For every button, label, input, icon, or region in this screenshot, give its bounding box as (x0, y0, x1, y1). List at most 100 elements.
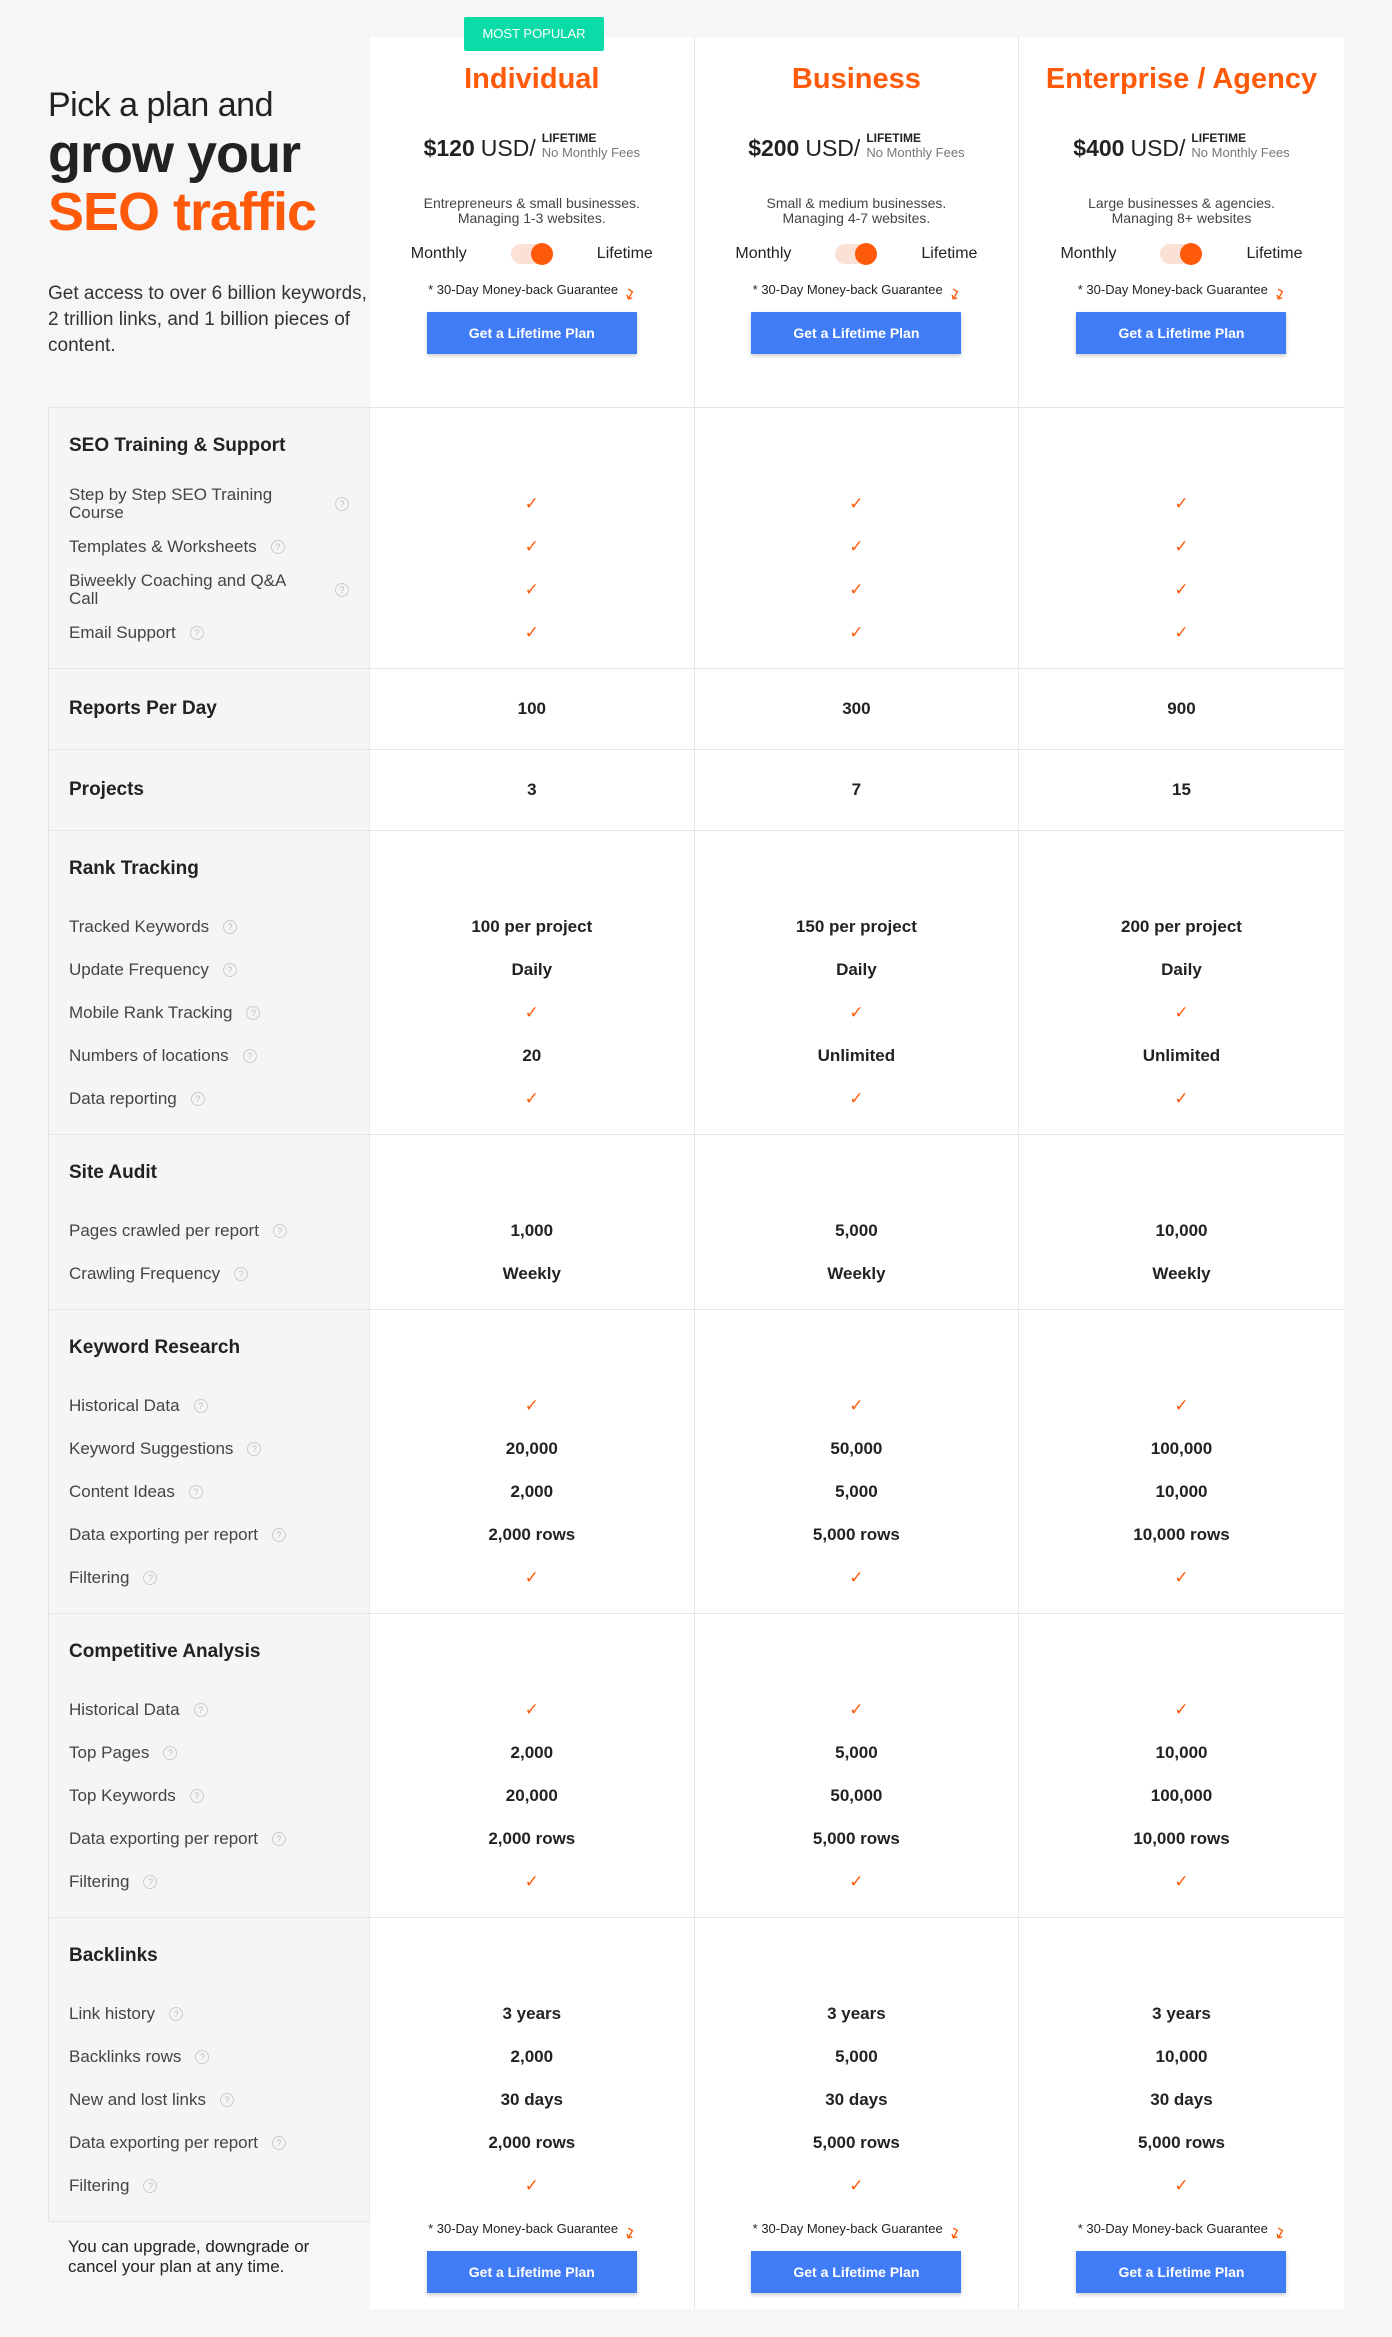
lifetime-option-label[interactable]: Lifetime (921, 245, 977, 263)
feature-value: ✓ (390, 525, 674, 568)
get-lifetime-plan-button[interactable]: Get a Lifetime Plan (751, 312, 962, 354)
feature-value: 2,000 (390, 2035, 674, 2078)
help-icon[interactable]: ? (220, 2092, 235, 2107)
feature-value: 10,000 (1039, 1731, 1324, 1774)
plan-feature-cell: 150 per project Daily ✓ Unlimited ✓ (694, 831, 1020, 1134)
get-lifetime-plan-button[interactable]: Get a Lifetime Plan (1076, 312, 1287, 354)
feature-label: Data exporting per report (69, 1828, 258, 1848)
lifetime-option-label[interactable]: Lifetime (1246, 245, 1302, 263)
check-icon: ✓ (1174, 1002, 1189, 1022)
help-icon[interactable]: ? (189, 1788, 204, 1803)
help-icon[interactable]: ? (272, 1527, 286, 1542)
feature-value: 2,000 (390, 1731, 674, 1774)
switch-knob (1180, 243, 1203, 265)
feature-value: 30 days (715, 2078, 999, 2121)
feature-value-text: 5,000 (835, 1481, 878, 1501)
help-icon[interactable]: ? (143, 2178, 158, 2193)
help-icon[interactable]: ? (223, 919, 238, 934)
feature-value: 5,000 (715, 1470, 999, 1513)
help-icon[interactable]: ? (242, 1048, 257, 1063)
feature-value: ✓ (1039, 1384, 1324, 1427)
monthly-label[interactable]: Monthly (1060, 245, 1116, 263)
feature-label-row: Templates & Worksheets? (69, 525, 349, 568)
plan-name: Individual (464, 63, 600, 95)
feature-label-row: Crawling Frequency? (69, 1252, 349, 1295)
help-icon[interactable]: ? (247, 1441, 262, 1456)
hero-line-2: grow your (48, 124, 301, 184)
plan-feature-cell: ✓ ✓ ✓ ✓ (1019, 408, 1344, 668)
help-icon[interactable]: ? (335, 582, 349, 597)
help-icon[interactable]: ? (222, 962, 237, 977)
monthly-label[interactable]: Monthly (735, 245, 791, 263)
arrow-down-icon: ↴ (618, 2222, 639, 2245)
lifetime-option-label[interactable]: Lifetime (597, 245, 653, 263)
plan-feature-cell: 3 years 5,000 30 days 5,000 rows ✓ (694, 1918, 1020, 2221)
help-icon[interactable]: ? (143, 1874, 158, 1889)
help-icon[interactable]: ? (193, 1398, 208, 1413)
help-icon[interactable]: ? (246, 1005, 261, 1020)
guarantee: * 30-Day Money-back Guarantee ↴ (1019, 282, 1344, 305)
feature-value: 10,000 (1039, 1209, 1324, 1252)
guarantee-text: * 30-Day Money-back Guarantee (752, 282, 943, 297)
monthly-label[interactable]: Monthly (411, 245, 467, 263)
check-icon: ✓ (1174, 1699, 1189, 1719)
help-icon[interactable]: ? (168, 2006, 183, 2021)
help-icon[interactable]: ? (143, 1570, 158, 1585)
feature-label: Step by Step SEO Training Course (69, 484, 273, 522)
feature-label: Historical Data (69, 1395, 180, 1415)
pricing-footer: You can upgrade, downgrade or cancel you… (48, 2209, 1344, 2309)
feature-section: Site Audit Pages crawled per report? Crawl… (48, 1135, 1344, 1310)
footer-note: You can upgrade, downgrade or cancel you… (68, 2237, 310, 2276)
help-icon[interactable]: ? (270, 539, 285, 554)
get-lifetime-plan-button[interactable]: Get a Lifetime Plan (426, 312, 637, 354)
feature-value: ✓ (715, 991, 999, 1034)
feature-label-row: Tracked Keywords? (69, 905, 349, 948)
no-monthly-fees: No Monthly Fees (1191, 145, 1290, 160)
check-icon: ✓ (1174, 1395, 1189, 1415)
feature-value: ✓ (715, 1077, 999, 1120)
feature-value: ✓ (1039, 482, 1324, 525)
feature-value: ✓ (1039, 1860, 1324, 1903)
help-icon[interactable]: ? (272, 1831, 286, 1846)
help-icon[interactable]: ? (193, 1702, 208, 1717)
section-title-spacer (1039, 1157, 1324, 1189)
lifetime-label: LIFETIME (541, 131, 597, 145)
feature-value-text: 2,000 rows (488, 1524, 576, 1544)
feature-value-text: 2,000 (510, 1481, 554, 1501)
feature-section: Keyword Research Historical Data? Keyword … (48, 1310, 1344, 1614)
help-icon[interactable]: ? (188, 1484, 203, 1499)
check-icon: ✓ (524, 2175, 539, 2195)
feature-value: ✓ (1039, 2164, 1324, 2207)
feature-value: 20,000 (390, 1774, 674, 1817)
feature-label: Biweekly Coaching and Q&A Call (69, 570, 286, 608)
section-title-spacer (1039, 1636, 1324, 1668)
check-icon: ✓ (849, 622, 864, 642)
feature-value-text: 10,000 rows (1133, 1524, 1230, 1544)
feature-label-row: Content Ideas? (69, 1470, 349, 1513)
feature-value-text: 100 per project (471, 916, 593, 936)
help-icon[interactable]: ? (272, 1223, 287, 1238)
feature-label-row: New and lost links? (69, 2078, 349, 2121)
help-icon[interactable]: ? (335, 496, 349, 511)
help-icon[interactable]: ? (234, 1266, 249, 1281)
get-lifetime-plan-button[interactable]: Get a Lifetime Plan (1076, 2251, 1287, 2293)
get-lifetime-plan-button[interactable]: Get a Lifetime Plan (426, 2251, 637, 2293)
price-terms: LIFETIME No Monthly Fees (866, 131, 964, 160)
help-icon[interactable]: ? (163, 1745, 178, 1760)
feature-label-row: Numbers of locations? (69, 1034, 349, 1077)
feature-label-row: Mobile Rank Tracking? (69, 991, 349, 1034)
get-lifetime-plan-button[interactable]: Get a Lifetime Plan (751, 2251, 962, 2293)
hero-line-1: Pick a plan and (48, 86, 274, 124)
help-icon[interactable]: ? (189, 625, 204, 640)
help-icon[interactable]: ? (195, 2049, 210, 2064)
feature-label-row: Filtering? (69, 1556, 349, 1599)
help-icon[interactable]: ? (272, 2135, 286, 2150)
billing-switch[interactable] (510, 243, 553, 265)
check-icon: ✓ (849, 2175, 864, 2195)
billing-switch[interactable] (835, 243, 878, 265)
check-icon: ✓ (1174, 493, 1189, 513)
billing-switch[interactable] (1160, 243, 1203, 265)
no-monthly-fees: No Monthly Fees (866, 145, 965, 160)
help-icon[interactable]: ? (190, 1091, 205, 1106)
feature-value: ✓ (715, 525, 999, 568)
